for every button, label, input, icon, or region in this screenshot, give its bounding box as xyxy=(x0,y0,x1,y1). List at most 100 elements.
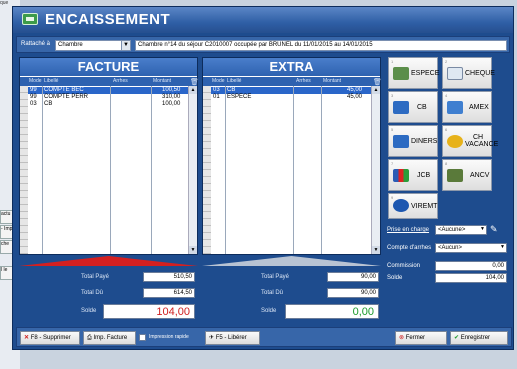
attached-description: Chambre n°14 du séjour C2010007 occupée … xyxy=(135,40,507,51)
pay-viremt-button[interactable]: 9 VIREMT xyxy=(388,193,438,219)
delete-button[interactable]: ✕ F8 - Supprimer xyxy=(20,331,80,345)
facture-row-montant[interactable]: 100,00 xyxy=(162,101,180,107)
prise-en-charge-select[interactable]: <Aucune> ▼ xyxy=(435,225,487,235)
facture-total-due-label: Total Dû xyxy=(81,290,104,296)
amex-card-icon xyxy=(447,101,463,114)
pay-diners-button[interactable]: 5 DINERS xyxy=(388,125,438,157)
printer-icon: ⎙ xyxy=(87,335,92,341)
delete-x-icon: ✕ xyxy=(24,335,30,341)
pay-cheque-button[interactable]: 2 CHEQUE xyxy=(442,57,495,89)
pay-ancv-button[interactable]: 8 ANCV xyxy=(442,159,492,191)
cash-register-icon xyxy=(22,13,38,25)
extra-total-paid-value: 90,00 xyxy=(327,272,379,282)
row-gutter xyxy=(20,86,28,254)
facture-total-paid-value: 510,50 xyxy=(143,272,195,282)
quick-print-checkbox[interactable] xyxy=(139,334,146,341)
trash-icon[interactable]: 🗑 xyxy=(190,78,199,86)
extra-row-mode[interactable]: 01 xyxy=(213,94,220,100)
facture-row-libelle[interactable]: COMPTE PERR xyxy=(44,94,88,100)
facture-panel: FACTURE Mode Libellé Arrhes Montant 🗑 ▶ … xyxy=(19,57,199,255)
facture-grid[interactable]: ▶ 99 COMPTE BEC 100,50 99 COMPTE PERR 31… xyxy=(20,86,197,254)
extra-row-montant[interactable]: 45,00 xyxy=(347,94,362,100)
attached-select-value: Chambre xyxy=(58,42,83,48)
extra-row-mode[interactable]: 03 xyxy=(213,87,220,93)
encaissement-window: ENCAISSEMENT Rattaché à Chambre ▼ Chambr… xyxy=(12,6,514,350)
ancv-voucher-icon xyxy=(447,169,463,182)
credit-card-icon xyxy=(393,101,409,114)
compte-arrhes-select[interactable]: <Aucun> ▼ xyxy=(435,243,507,253)
extra-total-due-value: 90,00 xyxy=(327,288,379,298)
scroll-down-icon[interactable]: ▼ xyxy=(189,246,197,254)
commission-value[interactable]: 0,00 xyxy=(435,261,507,271)
column-divider xyxy=(225,86,226,254)
facture-column-headers: Mode Libellé Arrhes Montant 🗑 xyxy=(20,77,199,86)
extra-row-libelle[interactable]: ESPECE xyxy=(227,94,251,100)
attached-label: Rattaché à xyxy=(21,41,51,47)
save-button[interactable]: ✔ Enregistrer xyxy=(450,331,508,345)
pay-jcb-button[interactable]: 7 JCB xyxy=(388,159,438,191)
extra-scrollbar[interactable]: ▲ ▼ xyxy=(371,86,380,254)
facture-row-libelle[interactable]: COMPTE BEC xyxy=(44,87,84,93)
print-invoice-button[interactable]: ⎙ Imp. Facture xyxy=(83,331,136,345)
extra-solde-value: 0,00 xyxy=(285,304,379,319)
pay-ch-vacance-button[interactable]: 6 CH VACANCE xyxy=(442,125,498,157)
chevron-down-icon[interactable]: ▼ xyxy=(480,226,485,232)
column-divider xyxy=(151,86,152,254)
facture-header: FACTURE xyxy=(20,58,197,76)
facture-row-montant[interactable]: 310,00 xyxy=(162,94,180,100)
column-libelle[interactable]: Libellé xyxy=(227,78,241,84)
trash-icon[interactable]: 🗑 xyxy=(373,78,382,86)
transfer-icon xyxy=(393,199,409,212)
chevron-down-icon[interactable]: ▼ xyxy=(500,244,505,250)
facture-balance-indicator xyxy=(19,256,198,266)
facture-total-paid-label: Total Payé xyxy=(81,274,110,280)
column-montant[interactable]: Montant xyxy=(323,78,341,84)
scroll-down-icon[interactable]: ▼ xyxy=(372,246,380,254)
extra-balance-indicator xyxy=(202,256,381,266)
column-divider xyxy=(321,86,322,254)
facture-row-mode[interactable]: 03 xyxy=(30,101,37,107)
chevron-down-icon[interactable]: ▼ xyxy=(121,41,130,50)
column-montant[interactable]: Montant xyxy=(153,78,171,84)
right-solde-value: 104,00 xyxy=(435,273,507,283)
column-arrhes[interactable]: Arrhes xyxy=(296,78,311,84)
facture-row-mode[interactable]: 99 xyxy=(30,94,37,100)
quick-print-label: Impression rapide xyxy=(149,334,189,340)
facture-row-libelle[interactable]: CB xyxy=(44,101,52,107)
release-button[interactable]: ✈ F5 - Libérer xyxy=(205,331,260,345)
title-bar: ENCAISSEMENT xyxy=(13,7,513,33)
pay-espece-button[interactable]: 1 ESPECE xyxy=(388,57,439,89)
facture-total-due-value: 614,50 xyxy=(143,288,195,298)
extra-row-montant[interactable]: 45,00 xyxy=(347,87,362,93)
edit-pencil-icon[interactable]: ✎ xyxy=(490,224,498,235)
facture-scrollbar[interactable]: ▲ ▼ xyxy=(188,86,197,254)
extra-column-headers: Mode Libellé Arrhes Montant 🗑 xyxy=(203,77,382,86)
prise-en-charge-label: Prise en charge xyxy=(387,227,430,233)
pay-amex-button[interactable]: 4 AMEX xyxy=(442,91,492,123)
column-arrhes[interactable]: Arrhes xyxy=(113,78,128,84)
extra-solde-label: Solde xyxy=(261,308,277,314)
extra-header: EXTRA xyxy=(203,58,380,76)
column-libelle[interactable]: Libellé xyxy=(44,78,58,84)
pay-cb-button[interactable]: 3 CB xyxy=(388,91,438,123)
column-mode[interactable]: Mode xyxy=(29,78,42,84)
cash-icon xyxy=(393,67,409,80)
column-divider xyxy=(42,86,43,254)
save-check-icon: ✔ xyxy=(454,335,460,341)
window-title: ENCAISSEMENT xyxy=(45,11,171,28)
scroll-up-icon[interactable]: ▲ xyxy=(372,86,380,94)
extra-row-libelle[interactable]: CB xyxy=(227,87,235,93)
close-button[interactable]: ⊗ Fermer xyxy=(395,331,447,345)
cheque-icon xyxy=(447,67,463,80)
attached-select[interactable]: Chambre ▼ xyxy=(55,40,131,51)
right-solde-label: Solde xyxy=(387,275,403,281)
diners-card-icon xyxy=(393,135,409,148)
facture-row-montant[interactable]: 100,50 xyxy=(162,87,180,93)
extra-total-paid-label: Total Payé xyxy=(261,274,290,280)
column-mode[interactable]: Mode xyxy=(212,78,225,84)
extra-grid[interactable]: ▶ 03 CB 45,00 01 ESPECE 45,00 xyxy=(203,86,380,254)
commission-label: Commission xyxy=(387,263,421,269)
facture-row-mode[interactable]: 99 xyxy=(30,87,37,93)
scroll-up-icon[interactable]: ▲ xyxy=(189,86,197,94)
attachment-row: Rattaché à Chambre ▼ Chambre n°14 du séj… xyxy=(16,36,510,53)
